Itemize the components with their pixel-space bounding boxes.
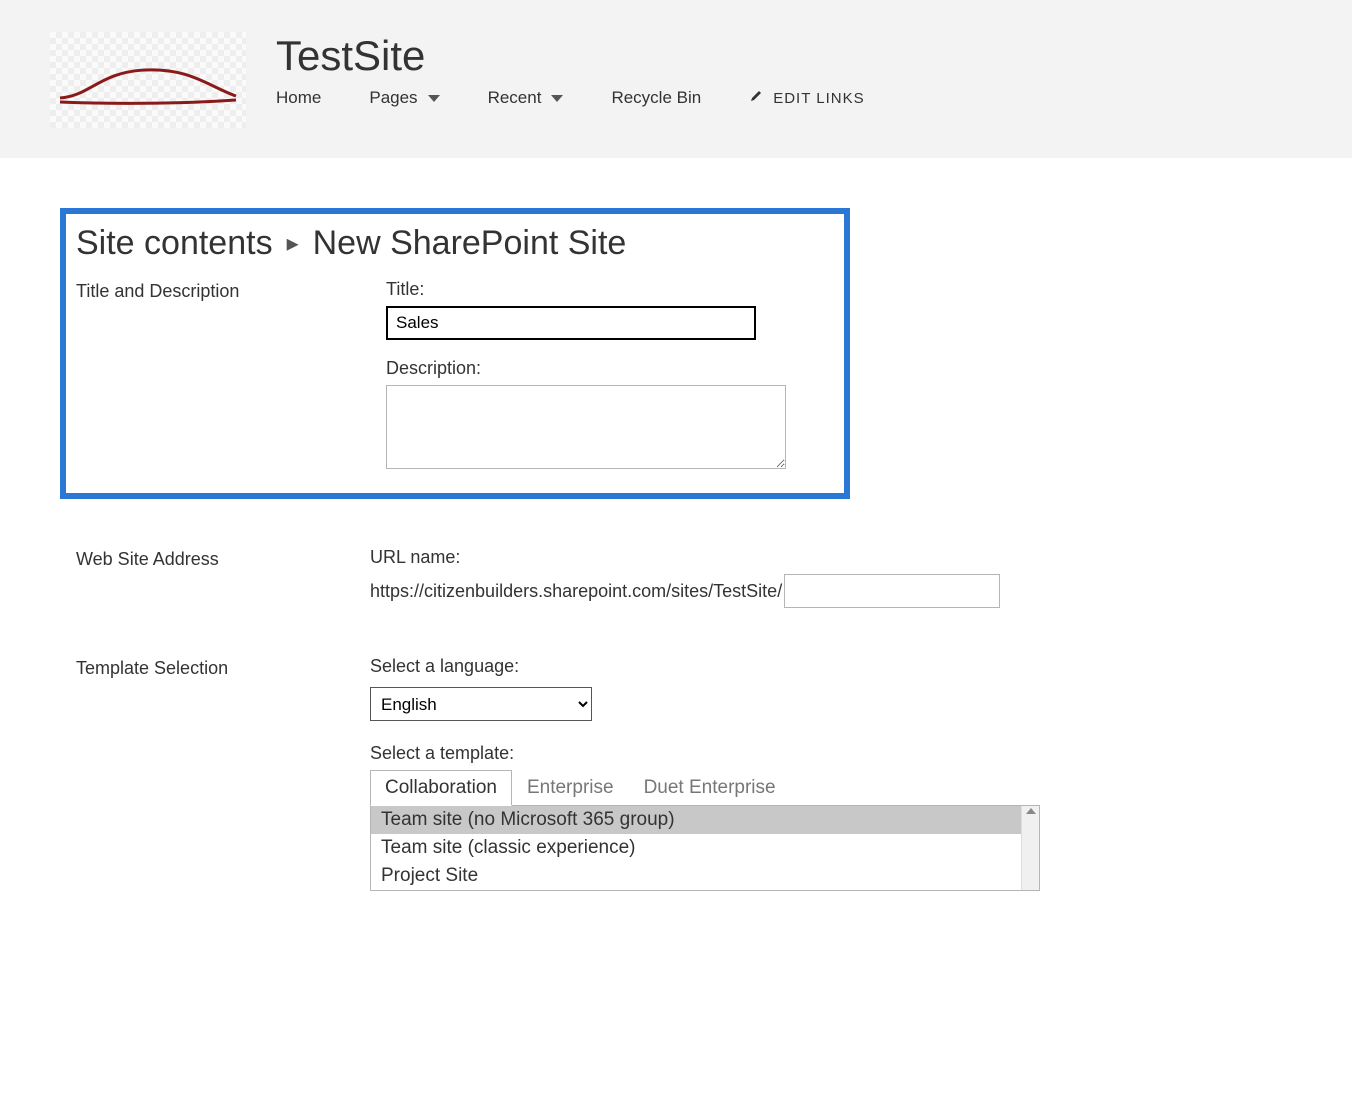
- url-name-input[interactable]: [784, 574, 1000, 608]
- page-content: Site contents ▸ New SharePoint Site Titl…: [0, 158, 1352, 911]
- nav-recycle-label: Recycle Bin: [611, 88, 701, 108]
- language-label: Select a language:: [370, 656, 1302, 677]
- description-label: Description:: [386, 358, 824, 379]
- chevron-down-icon: [551, 95, 563, 102]
- title-input[interactable]: [386, 306, 756, 340]
- title-label: Title:: [386, 279, 824, 300]
- template-item[interactable]: Team site (no Microsoft 365 group): [371, 806, 1039, 834]
- window-chrome-strip: [0, 0, 1352, 12]
- tab-collaboration[interactable]: Collaboration: [370, 770, 512, 806]
- site-logo[interactable]: [50, 32, 246, 128]
- section-heading-template: Template Selection: [70, 656, 370, 679]
- url-name-label: URL name:: [370, 547, 1302, 568]
- chevron-down-icon: [428, 95, 440, 102]
- template-item[interactable]: Team site (classic experience): [371, 834, 1039, 862]
- site-title[interactable]: TestSite: [276, 32, 865, 80]
- title-description-highlight: Site contents ▸ New SharePoint Site Titl…: [60, 208, 850, 499]
- nav-edit-links[interactable]: EDIT LINKS: [749, 89, 864, 107]
- nav-recycle-bin[interactable]: Recycle Bin: [611, 88, 701, 108]
- section-web-address: Web Site Address URL name: https://citiz…: [70, 547, 1302, 608]
- nav-pages-label: Pages: [369, 88, 417, 108]
- nav-recent[interactable]: Recent: [488, 88, 564, 108]
- site-header: TestSite Home Pages Recent Recycle Bin E…: [0, 12, 1352, 158]
- description-textarea[interactable]: [386, 385, 786, 469]
- nav-home-label: Home: [276, 88, 321, 108]
- nav-recent-label: Recent: [488, 88, 542, 108]
- template-listbox[interactable]: Team site (no Microsoft 365 group) Team …: [370, 805, 1040, 891]
- language-select[interactable]: English: [370, 687, 592, 721]
- tab-enterprise[interactable]: Enterprise: [512, 770, 629, 806]
- section-title-description: Title and Description Title: Description…: [76, 279, 824, 469]
- tab-duet-enterprise[interactable]: Duet Enterprise: [629, 770, 791, 806]
- breadcrumb: Site contents ▸ New SharePoint Site: [76, 224, 824, 263]
- breadcrumb-parent[interactable]: Site contents: [76, 224, 273, 263]
- breadcrumb-separator-icon: ▸: [287, 229, 299, 258]
- template-item[interactable]: Project Site: [371, 862, 1039, 890]
- top-nav: Home Pages Recent Recycle Bin EDIT LINKS: [276, 88, 865, 108]
- nav-home[interactable]: Home: [276, 88, 321, 108]
- car-logo-icon: [50, 32, 246, 128]
- section-template-selection: Template Selection Select a language: En…: [70, 656, 1302, 891]
- section-heading-title-desc: Title and Description: [76, 279, 386, 302]
- breadcrumb-current: New SharePoint Site: [313, 224, 627, 263]
- url-prefix-text: https://citizenbuilders.sharepoint.com/s…: [370, 581, 782, 602]
- template-label: Select a template:: [370, 743, 1302, 764]
- scrollbar[interactable]: [1021, 806, 1039, 890]
- template-tabs: Collaboration Enterprise Duet Enterprise: [370, 770, 1302, 806]
- nav-edit-links-label: EDIT LINKS: [773, 90, 864, 107]
- scroll-up-icon: [1026, 808, 1036, 814]
- nav-pages[interactable]: Pages: [369, 88, 439, 108]
- pencil-icon: [749, 89, 763, 107]
- section-heading-address: Web Site Address: [70, 547, 370, 570]
